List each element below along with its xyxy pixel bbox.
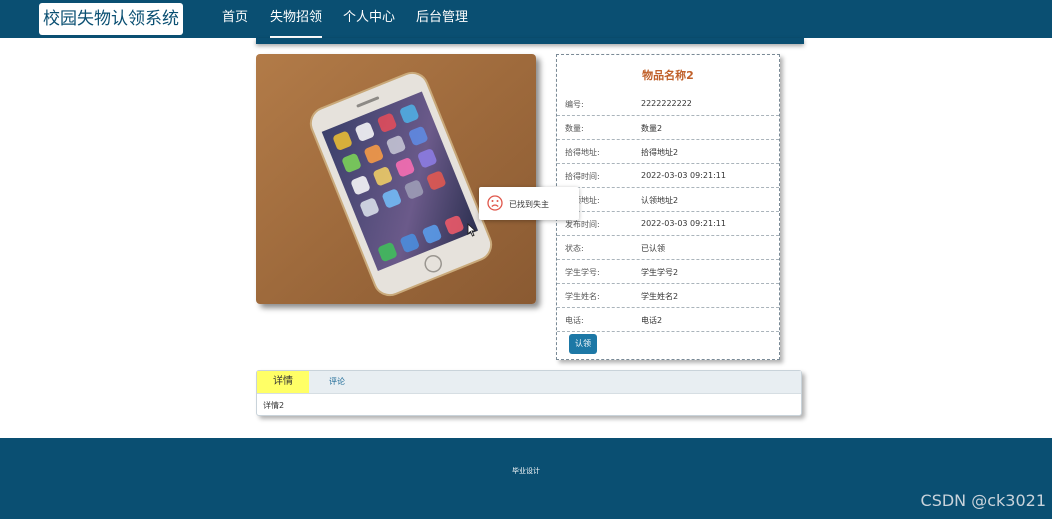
info-value: 数量2 <box>641 124 663 133</box>
toast-message: 已找到失主 <box>479 187 579 220</box>
info-value: 拾得地址2 <box>641 148 679 157</box>
claim-button[interactable]: 认领 <box>569 334 597 354</box>
toast-text: 已找到失主 <box>509 200 549 209</box>
info-row-number: 编号: 2222222222 <box>557 92 779 116</box>
info-row-student-id: 学生学号: 学生学号2 <box>557 260 779 284</box>
info-label: 拾得地址: <box>565 148 600 157</box>
nav-home[interactable]: 首页 <box>222 0 248 38</box>
info-row-found-address: 拾得地址: 拾得地址2 <box>557 140 779 164</box>
detail-tabs-panel: 详情 评论 详情2 <box>256 370 802 416</box>
header-strip <box>256 38 804 44</box>
info-row-found-time: 拾得时间: 2022-03-03 09:21:11 <box>557 164 779 188</box>
info-label: 学生姓名: <box>565 292 600 301</box>
nav-personal-center[interactable]: 个人中心 <box>343 0 395 38</box>
tab-detail[interactable]: 详情 <box>257 371 309 393</box>
item-photo <box>256 54 536 304</box>
info-row-phone: 电话: 电话2 <box>557 308 779 332</box>
tab-comment[interactable]: 评论 <box>329 371 345 393</box>
info-label: 编号: <box>565 100 584 109</box>
info-value: 2022-03-03 09:21:11 <box>641 171 726 180</box>
nav-admin[interactable]: 后台管理 <box>416 0 468 38</box>
info-label: 学生学号: <box>565 268 600 277</box>
info-value: 已认领 <box>641 244 665 253</box>
info-label: 发布时间: <box>565 220 600 229</box>
watermark: CSDN @ck3021 <box>920 491 1046 510</box>
info-label: 电话: <box>565 316 584 325</box>
footer-text: 毕业设计 <box>512 467 540 475</box>
info-value: 电话2 <box>641 316 663 325</box>
nav-lost-found[interactable]: 失物招领 <box>270 0 323 38</box>
sad-face-icon <box>487 195 503 211</box>
info-row-student-name: 学生姓名: 学生姓名2 <box>557 284 779 308</box>
info-value: 2222222222 <box>641 99 692 108</box>
info-value: 认领地址2 <box>641 196 679 205</box>
info-row-status: 状态: 已认领 <box>557 236 779 260</box>
info-value: 2022-03-03 09:21:11 <box>641 219 726 228</box>
info-value: 学生姓名2 <box>641 292 679 301</box>
info-row-claim-address: 认领地址: 认领地址2 <box>557 188 779 212</box>
item-info-card: 物品名称2 编号: 2222222222 数量: 数量2 拾得地址: 拾得地址2… <box>556 54 780 360</box>
info-value: 学生学号2 <box>641 268 679 277</box>
tabs-header: 详情 评论 <box>257 371 801 394</box>
mouse-cursor-icon <box>467 223 477 237</box>
item-name: 物品名称2 <box>642 69 694 82</box>
top-navbar: 校园失物认领系统 首页 失物招领 个人中心 后台管理 <box>0 0 1052 38</box>
app-logo-title[interactable]: 校园失物认领系统 <box>39 3 183 35</box>
info-label: 状态: <box>565 244 584 253</box>
info-label: 数量: <box>565 124 584 133</box>
info-row-publish-time: 发布时间: 2022-03-03 09:21:11 <box>557 212 779 236</box>
info-row-quantity: 数量: 数量2 <box>557 116 779 140</box>
tab-content: 详情2 <box>263 401 285 410</box>
info-label: 拾得时间: <box>565 172 600 181</box>
footer: 毕业设计 <box>0 438 1052 519</box>
